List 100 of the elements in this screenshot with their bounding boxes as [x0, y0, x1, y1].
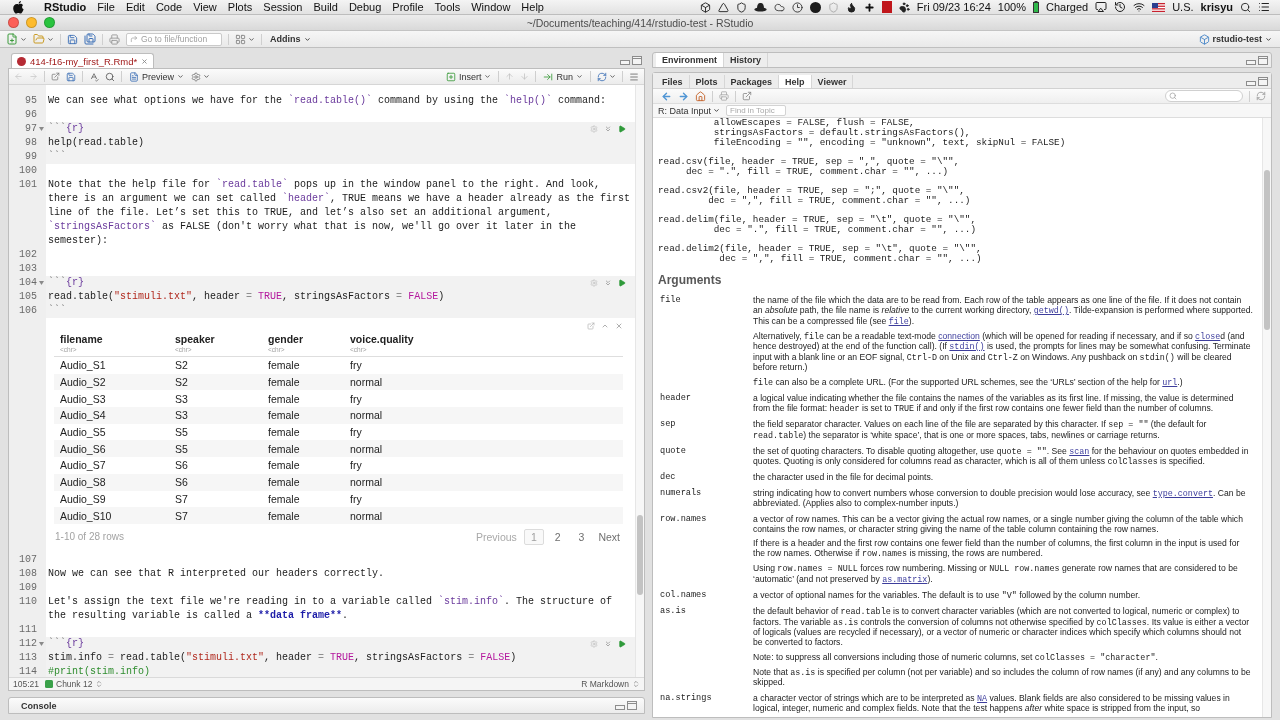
- topic-dropdown[interactable]: R: Data Input: [658, 105, 721, 116]
- pane-tab[interactable]: Help: [779, 75, 812, 88]
- help-link[interactable]: getwd(): [1033, 306, 1069, 316]
- caret-icon[interactable]: [1265, 35, 1272, 43]
- caret-icon[interactable]: [484, 73, 492, 80]
- scrollbar-thumb[interactable]: [637, 515, 643, 595]
- save-icon[interactable]: [67, 33, 78, 45]
- insert-button[interactable]: Insert: [444, 69, 493, 84]
- help-link[interactable]: scan: [1069, 446, 1090, 457]
- close-icon[interactable]: [615, 321, 623, 330]
- help-link[interactable]: url: [1162, 377, 1178, 388]
- preview-button[interactable]: Preview: [128, 69, 185, 84]
- airplay-icon[interactable]: [1095, 1, 1108, 13]
- column-header[interactable]: speaker: [175, 333, 215, 346]
- settings-icon[interactable]: [191, 71, 201, 82]
- flame-icon[interactable]: [845, 1, 857, 13]
- user-name[interactable]: krisyu: [1200, 1, 1233, 13]
- menu-item[interactable]: Tools: [434, 1, 461, 13]
- external-link-icon[interactable]: [742, 91, 752, 101]
- help-search-field[interactable]: [1165, 90, 1243, 102]
- caret-icon[interactable]: [20, 35, 27, 43]
- column-header[interactable]: voice.quality: [350, 333, 414, 346]
- apple-icon[interactable]: [13, 0, 24, 14]
- caret-icon[interactable]: [609, 73, 616, 80]
- pane-tab[interactable]: History: [724, 53, 769, 67]
- menu-item[interactable]: Debug: [348, 1, 382, 13]
- close-icon[interactable]: [141, 57, 149, 65]
- help-link[interactable]: as.matrix: [882, 574, 928, 585]
- fold-caret-icon[interactable]: [39, 641, 44, 646]
- run-button[interactable]: Run: [542, 69, 584, 84]
- plus-icon[interactable]: [863, 1, 875, 13]
- caret-icon[interactable]: [576, 73, 583, 80]
- list-icon[interactable]: [1258, 1, 1270, 13]
- menu-item[interactable]: Edit: [125, 1, 145, 13]
- spell-check-icon[interactable]: [89, 71, 99, 82]
- menu-item[interactable]: Plots: [227, 1, 253, 13]
- maximize-icon[interactable]: [627, 701, 637, 710]
- caret-icon[interactable]: [248, 35, 255, 43]
- triangle-icon[interactable]: [717, 1, 729, 13]
- hat-icon[interactable]: [753, 2, 767, 12]
- play-icon[interactable]: [618, 125, 626, 133]
- help-link[interactable]: type.convert: [1152, 488, 1213, 499]
- play-icon[interactable]: [618, 639, 626, 648]
- maximize-icon[interactable]: [1258, 77, 1268, 86]
- clock-icon[interactable]: [791, 1, 803, 13]
- column-header[interactable]: gender: [268, 333, 303, 346]
- menu-item[interactable]: Session: [263, 1, 303, 13]
- menu-item[interactable]: Profile: [392, 1, 424, 13]
- caret-icon[interactable]: [203, 73, 210, 80]
- paw-print-icon[interactable]: [898, 1, 910, 13]
- caret-icon[interactable]: [47, 35, 54, 43]
- column-header[interactable]: filename: [60, 333, 103, 346]
- history-icon[interactable]: [1114, 1, 1127, 13]
- pane-tab[interactable]: Environment: [656, 53, 724, 67]
- go-to-file-field[interactable]: Go to file/function: [126, 32, 222, 46]
- menu-item[interactable]: View: [193, 1, 217, 13]
- menu-item[interactable]: Help: [521, 1, 544, 13]
- page-button[interactable]: 3: [571, 528, 592, 545]
- help-link[interactable]: stdin(): [949, 342, 985, 353]
- help-link[interactable]: NA: [977, 693, 988, 704]
- caret-icon[interactable]: [177, 73, 184, 80]
- menu-item[interactable]: Build: [313, 1, 338, 13]
- page-button[interactable]: 2: [547, 528, 568, 545]
- app-menu[interactable]: RStudio: [44, 1, 87, 13]
- cloud-icon[interactable]: [773, 1, 785, 13]
- console-title[interactable]: Console: [21, 700, 57, 711]
- menu-item[interactable]: Code: [155, 1, 183, 13]
- folder-icon[interactable]: [33, 33, 45, 45]
- project-button[interactable]: rstudio-test: [1196, 32, 1274, 46]
- clock-text[interactable]: Fri 09/23 16:24: [916, 1, 991, 13]
- scope-button[interactable]: Chunk 12: [45, 679, 104, 689]
- flag-icon[interactable]: [1152, 2, 1166, 12]
- menu-item[interactable]: File: [97, 1, 115, 13]
- menu-icon[interactable]: [629, 71, 639, 82]
- file-plus-icon[interactable]: [6, 33, 18, 45]
- arrow-left-icon[interactable]: [661, 90, 672, 102]
- pane-tab[interactable]: Plots: [689, 75, 725, 88]
- search-icon[interactable]: [105, 71, 115, 82]
- chevrons-down-icon[interactable]: [604, 279, 612, 287]
- maximize-icon[interactable]: [1258, 55, 1268, 65]
- caret-icon[interactable]: [303, 35, 311, 43]
- save-all-icon[interactable]: [84, 33, 96, 45]
- pane-tab[interactable]: Viewer: [811, 75, 854, 88]
- scrollbar-thumb[interactable]: [1264, 170, 1270, 330]
- help-link[interactable]: close: [1195, 331, 1221, 342]
- find-in-topic-field[interactable]: Find in Topic: [726, 105, 787, 116]
- save-icon[interactable]: [66, 71, 76, 82]
- arrow-right-icon[interactable]: [678, 90, 689, 102]
- next-button[interactable]: Next: [595, 529, 623, 544]
- external-link-icon[interactable]: [587, 321, 595, 330]
- box-icon[interactable]: [699, 1, 711, 13]
- input-source[interactable]: U.S.: [1172, 1, 1194, 13]
- addins-button[interactable]: Addins: [268, 32, 313, 46]
- refresh-icon[interactable]: [1256, 91, 1266, 101]
- zoom-window-button[interactable]: [44, 17, 55, 28]
- pane-tab[interactable]: Files: [656, 75, 690, 88]
- fold-caret-icon[interactable]: [39, 281, 44, 285]
- play-icon[interactable]: [618, 279, 626, 287]
- chevrons-down-icon[interactable]: [604, 125, 612, 133]
- shield-icon[interactable]: [735, 1, 747, 13]
